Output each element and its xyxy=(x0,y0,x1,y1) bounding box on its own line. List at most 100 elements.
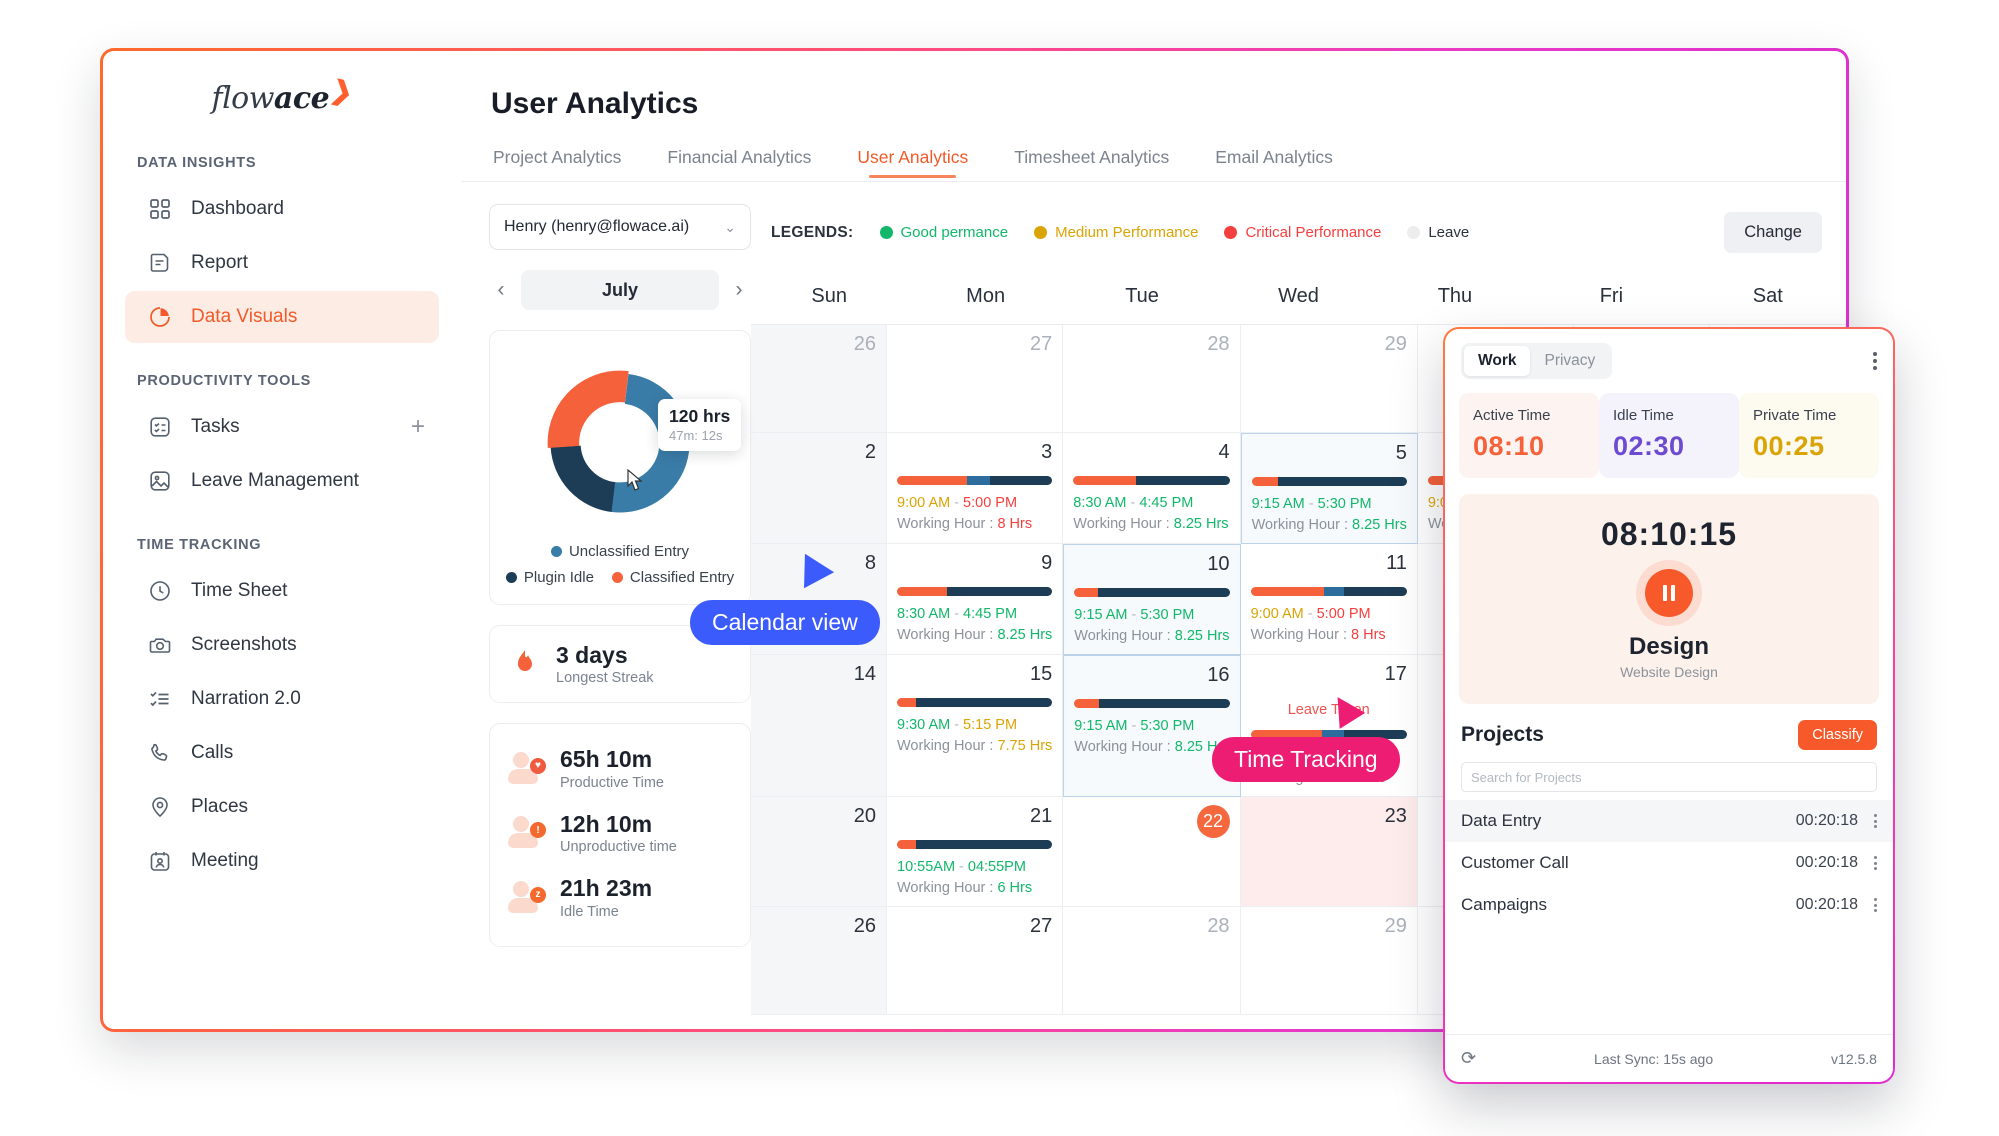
legend-label: Good permance xyxy=(900,224,1009,241)
project-menu-icon[interactable] xyxy=(1874,896,1877,915)
calendar-cell-9[interactable]: 9 8:30 AM -4:45 PM Working Hour : 8.25 Hrs xyxy=(887,544,1064,655)
calendar-cell-15[interactable]: 15 9:30 AM -5:15 PM Working Hour : 7.75 Hrs xyxy=(887,655,1064,797)
calendar-cell-26[interactable]: 26 xyxy=(751,325,887,433)
start-time: 10:55AM xyxy=(897,859,956,875)
sidebar-item-dashboard[interactable]: Dashboard xyxy=(125,183,439,235)
calendar-day-number: 16 xyxy=(1207,664,1230,686)
calendar-cell-20[interactable]: 20 xyxy=(751,797,887,907)
calendar-cell-4[interactable]: 4 8:30 AM -4:45 PM Working Hour : 8.25 Hrs xyxy=(1063,433,1241,544)
activity-bar-segment xyxy=(1074,588,1098,597)
tracker-stat-label: Active Time xyxy=(1473,407,1551,424)
pause-button[interactable] xyxy=(1645,569,1693,617)
sidebar-item-narration-2-0[interactable]: Narration 2.0 xyxy=(125,673,439,725)
calendar-cell-26[interactable]: 26 xyxy=(751,907,887,1015)
calendar-day-header: Wed xyxy=(1278,285,1319,307)
calendar-day-number: 10 xyxy=(1207,553,1230,575)
tracker-menu-icon[interactable] xyxy=(1873,349,1877,373)
donut-legend-item: Classified Entry xyxy=(611,569,734,586)
time-distribution-card: 120 hrs 47m: 12s Unclassified Entry Plugi… xyxy=(489,330,751,605)
calendar-day-number: 2 xyxy=(864,441,876,463)
calendar-cell-27[interactable]: 27 xyxy=(887,325,1064,433)
tracker-tab-privacy[interactable]: Privacy xyxy=(1530,346,1609,376)
activity-bar-segment xyxy=(897,840,916,849)
brand-logo[interactable]: flowace❯ xyxy=(103,51,461,125)
project-row[interactable]: Customer Call 00:20:18 xyxy=(1445,842,1893,884)
tab-email-analytics[interactable]: Email Analytics xyxy=(1215,147,1333,178)
calendar-cell-29[interactable]: 29 xyxy=(1240,907,1418,1015)
project-menu-icon[interactable] xyxy=(1874,812,1877,831)
donut-legend-item: Plugin Idle xyxy=(505,569,594,586)
calendar-day-number: 3 xyxy=(1041,441,1053,463)
add-task-icon[interactable]: + xyxy=(411,415,425,439)
project-name: Campaigns xyxy=(1461,895,1547,914)
tracker-tab-work[interactable]: Work xyxy=(1464,346,1531,376)
calendar-cell-28[interactable]: 28 xyxy=(1063,325,1241,433)
refresh-icon[interactable]: ⟳ xyxy=(1461,1048,1476,1069)
sidebar-item-places[interactable]: Places xyxy=(125,781,439,833)
tab-project-analytics[interactable]: Project Analytics xyxy=(493,147,621,178)
legend-label: Unclassified Entry xyxy=(568,543,690,560)
chevron-down-icon: ⌄ xyxy=(724,218,736,235)
calendar-activity-bar xyxy=(1074,699,1230,708)
calendar-activity-bar xyxy=(897,587,1053,596)
tab-financial-analytics[interactable]: Financial Analytics xyxy=(667,147,811,178)
calendar-working-hours: Working Hour : 8 Hrs xyxy=(897,516,1033,532)
calendar-cell-23[interactable]: 23 xyxy=(1240,797,1418,907)
calendar-cell-27[interactable]: 27 xyxy=(887,907,1064,1015)
projects-title: Projects xyxy=(1461,723,1544,746)
projects-search-input[interactable]: Search for Projects xyxy=(1461,762,1877,792)
tracker-footer: ⟳ Last Sync: 15s ago v12.5.8 xyxy=(1445,1034,1893,1082)
calendar-cell-3[interactable]: 3 9:00 AM -5:00 PM Working Hour : 8 Hrs xyxy=(887,433,1064,544)
sidebar-item-meeting[interactable]: Meeting xyxy=(125,835,439,887)
calendar-cell-5[interactable]: 5 9:15 AM -5:30 PM Working Hour : 8.25 Hrs xyxy=(1240,433,1418,544)
report-icon xyxy=(147,250,173,276)
calendar-day-number: 27 xyxy=(1030,915,1053,937)
sidebar-item-tasks[interactable]: Tasks + xyxy=(125,401,439,453)
checklist-box-icon xyxy=(147,414,173,440)
project-row[interactable]: Data Entry 00:20:18 xyxy=(1445,800,1893,842)
project-row[interactable]: Campaigns 00:20:18 xyxy=(1445,884,1893,926)
tab-timesheet-analytics[interactable]: Timesheet Analytics xyxy=(1014,147,1169,178)
calendar-cell-10[interactable]: 10 9:15 AM -5:30 PM Working Hour : 8.25 Hrs xyxy=(1063,544,1241,655)
calendar-day-header: Sat xyxy=(1752,285,1783,307)
donut-chart[interactable]: 120 hrs 47m: 12s xyxy=(520,357,742,529)
today-badge: 22 xyxy=(1196,805,1230,838)
calendar-time-range: 9:15 AM -5:30 PM xyxy=(1074,607,1195,623)
change-button[interactable]: Change xyxy=(1724,212,1822,253)
calendar-cell-11[interactable]: 11 9:00 AM -5:00 PM Working Hour : 8 Hrs xyxy=(1240,544,1418,655)
end-time: 5:00 PM xyxy=(963,495,1018,511)
time-stat-value: 21h 23m xyxy=(560,875,653,902)
sidebar-item-calls[interactable]: Calls xyxy=(125,727,439,779)
legends-label: LEGENDS: xyxy=(771,223,854,241)
legend-leave: Leave xyxy=(1407,224,1469,241)
calendar-day-header: Mon xyxy=(966,285,1006,307)
user-select[interactable]: Henry (henry@flowace.ai) ⌄ xyxy=(489,204,751,250)
sidebar-item-time-sheet[interactable]: Time Sheet xyxy=(125,565,439,617)
sidebar-item-report[interactable]: Report xyxy=(125,237,439,289)
calendar-cell-21[interactable]: 21 10:55AM -04:55PM Working Hour : 6 Hrs xyxy=(887,797,1064,907)
sidebar-item-leave-management[interactable]: Leave Management xyxy=(125,455,439,507)
tracker-top-bar: Work Privacy xyxy=(1445,329,1893,379)
sidebar-item-data-visuals[interactable]: Data Visuals xyxy=(125,291,439,343)
next-month-button[interactable]: › xyxy=(727,278,751,302)
calendar-person-icon xyxy=(147,848,173,874)
tab-user-analytics[interactable]: User Analytics xyxy=(857,147,968,178)
calendar-cell-28[interactable]: 28 xyxy=(1063,907,1241,1015)
classify-button[interactable]: Classify xyxy=(1798,720,1877,750)
brand-name-second: ace xyxy=(273,80,330,116)
project-menu-icon[interactable] xyxy=(1874,854,1877,873)
calendar-day-number: 29 xyxy=(1384,333,1407,355)
calendar-cell-22[interactable]: 22 xyxy=(1063,797,1241,907)
time-stat-label: Productive Time xyxy=(560,774,664,791)
current-month[interactable]: July xyxy=(521,270,719,310)
calendar-time-range: 9:15 AM -5:30 PM xyxy=(1074,718,1195,734)
calendar-cell-29[interactable]: 29 xyxy=(1240,325,1418,433)
end-time: 04:55PM xyxy=(967,859,1026,875)
calendar-cell-14[interactable]: 14 xyxy=(751,655,887,797)
prev-month-button[interactable]: ‹ xyxy=(489,278,513,302)
legend-color-dot xyxy=(611,572,623,583)
calendar-cell-2[interactable]: 2 xyxy=(751,433,887,544)
start-time: 9:00 AM xyxy=(1250,606,1304,622)
sidebar-item-screenshots[interactable]: Screenshots xyxy=(125,619,439,671)
last-sync-label: Last Sync: 15s ago xyxy=(1594,1050,1714,1067)
